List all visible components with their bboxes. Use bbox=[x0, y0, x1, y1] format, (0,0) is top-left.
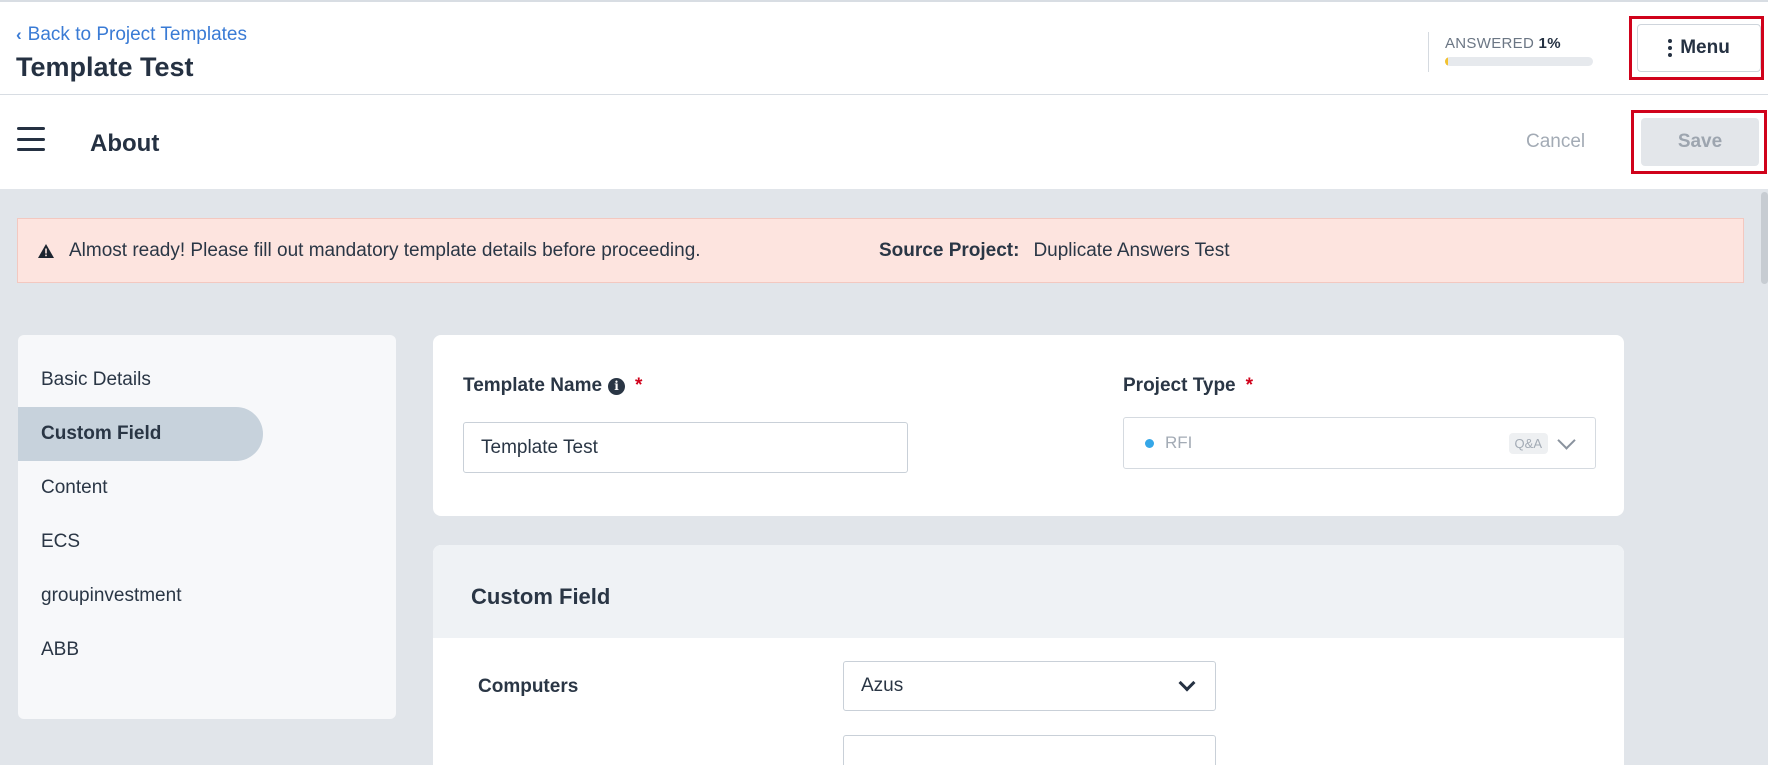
computers-dropdown[interactable]: Azus bbox=[843, 661, 1216, 711]
custom-field-header: Custom Field bbox=[433, 545, 1624, 638]
project-type-value: RFI bbox=[1165, 433, 1193, 452]
section-header: About Cancel bbox=[0, 95, 1768, 189]
template-details-card: Template Name i * Project Type * RFI Q&A bbox=[433, 335, 1624, 516]
top-header: ‹ Back to Project Templates Template Tes… bbox=[0, 0, 1768, 95]
back-link-label: Back to Project Templates bbox=[27, 24, 247, 45]
custom-field-card: Custom Field Computers Azus bbox=[433, 545, 1624, 765]
warning-alert: Almost ready! Please fill out mandatory … bbox=[17, 218, 1744, 283]
section-title: About bbox=[90, 130, 160, 157]
required-mark: * bbox=[1245, 375, 1254, 396]
progress-bar bbox=[1445, 57, 1593, 66]
sidebar-item-ecs[interactable]: ECS bbox=[18, 515, 396, 569]
required-mark: * bbox=[635, 375, 643, 396]
answered-percent: 1% bbox=[1538, 35, 1561, 52]
computers-value: Azus bbox=[861, 675, 904, 696]
progress-fill bbox=[1445, 57, 1448, 66]
computers-label: Computers bbox=[478, 676, 579, 697]
custom-field-title: Custom Field bbox=[471, 584, 611, 609]
answered-progress: ANSWERED 1% bbox=[1428, 32, 1593, 72]
status-dot-icon bbox=[1145, 438, 1154, 448]
cancel-button[interactable]: Cancel bbox=[1526, 131, 1585, 153]
chevron-down-icon bbox=[1178, 674, 1196, 692]
source-project-value: Duplicate Answers Test bbox=[1033, 239, 1230, 261]
back-to-templates-link[interactable]: ‹ Back to Project Templates bbox=[16, 24, 247, 46]
project-type-label: Project Type * bbox=[1123, 375, 1254, 396]
kebab-icon bbox=[1668, 39, 1673, 57]
hamburger-icon[interactable] bbox=[17, 127, 45, 151]
source-project-label: Source Project: bbox=[879, 239, 1020, 261]
qa-badge: Q&A bbox=[1508, 432, 1548, 454]
chevron-left-icon: ‹ bbox=[16, 25, 22, 44]
menu-label: Menu bbox=[1680, 37, 1730, 58]
menu-button[interactable]: Menu bbox=[1637, 24, 1761, 72]
answered-label: ANSWERED 1% bbox=[1445, 35, 1561, 52]
scrollbar-thumb[interactable] bbox=[1761, 192, 1768, 284]
project-type-select[interactable]: RFI Q&A bbox=[1123, 417, 1596, 469]
sidebar-item-basic-details[interactable]: Basic Details bbox=[18, 353, 396, 407]
page-title: Template Test bbox=[16, 52, 194, 82]
save-button[interactable]: Save bbox=[1641, 118, 1759, 166]
info-icon[interactable]: i bbox=[608, 377, 626, 395]
sidebar-nav: Basic Details Custom Field Content ECS g… bbox=[18, 335, 396, 719]
chevron-down-icon bbox=[1557, 430, 1576, 450]
template-name-label: Template Name i * bbox=[463, 375, 643, 396]
sidebar-item-content[interactable]: Content bbox=[18, 461, 396, 515]
warning-icon bbox=[37, 243, 55, 258]
sidebar-item-groupinvestment[interactable]: groupinvestment bbox=[18, 569, 396, 623]
alert-message: Almost ready! Please fill out mandatory … bbox=[69, 239, 701, 261]
sidebar-item-custom-field[interactable]: Custom Field bbox=[18, 407, 263, 461]
next-field-input[interactable] bbox=[843, 735, 1216, 765]
sidebar-item-abb[interactable]: ABB bbox=[18, 623, 396, 677]
template-name-input[interactable] bbox=[463, 422, 908, 473]
